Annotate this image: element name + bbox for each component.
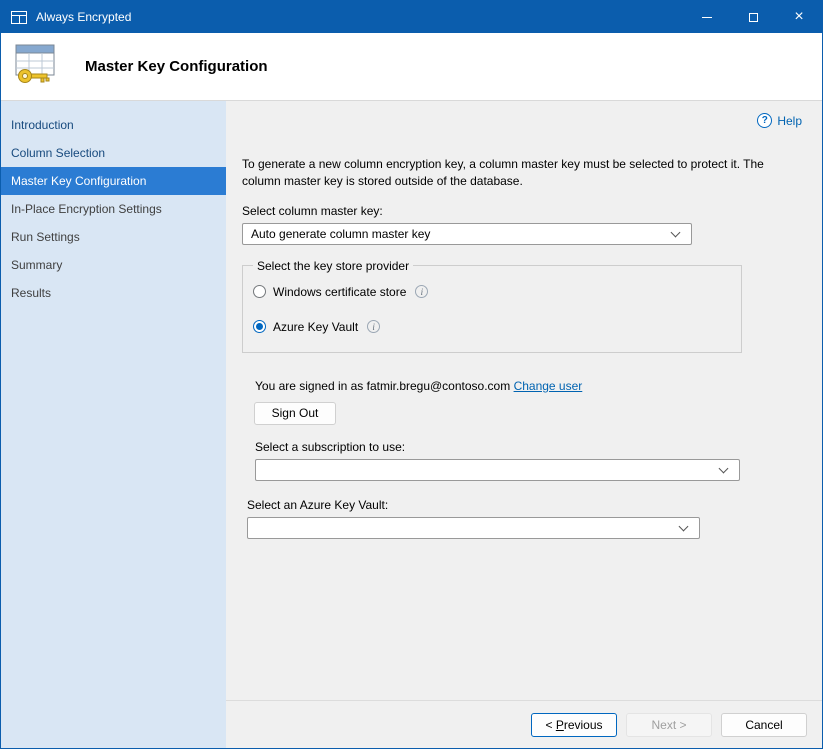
keystore-provider-group: Select the key store provider Windows ce… [242, 259, 742, 353]
master-key-table-icon [13, 42, 59, 91]
sidebar-item-summary: Summary [1, 251, 226, 279]
change-user-link[interactable]: Change user [514, 379, 583, 393]
vault-dropdown[interactable] [247, 517, 700, 539]
master-key-dropdown[interactable]: Auto generate column master key [242, 223, 692, 245]
sidebar-item-in-place-encryption: In-Place Encryption Settings [1, 195, 226, 223]
azure-key-vault-option[interactable]: Azure Key Vault i [253, 320, 731, 334]
previous-button[interactable]: < Previous [531, 713, 617, 737]
content-area: ? Help To generate a new column encrypti… [226, 101, 822, 700]
chevron-down-icon [679, 523, 689, 533]
signin-prefix: You are signed in as [255, 379, 367, 393]
windows-cert-store-label: Windows certificate store [273, 285, 406, 299]
master-key-label: Select column master key: [242, 204, 802, 218]
maximize-button[interactable] [730, 1, 776, 33]
signed-in-email: fatmir.bregu@contoso.com [367, 379, 511, 393]
titlebar: Always Encrypted × [1, 1, 822, 33]
always-encrypted-window: Always Encrypted × Master Key Con [0, 0, 823, 749]
azure-key-vault-label: Azure Key Vault [273, 320, 358, 334]
keystore-group-title: Select the key store provider [253, 259, 413, 273]
page-title: Master Key Configuration [85, 58, 268, 75]
radio-checked-icon[interactable] [253, 320, 266, 333]
sidebar-item-introduction[interactable]: Introduction [1, 111, 226, 139]
wizard-steps-sidebar: Introduction Column Selection Master Key… [1, 101, 226, 748]
subscription-label: Select a subscription to use: [255, 440, 802, 454]
previous-label: < [545, 718, 555, 732]
minimize-button[interactable] [684, 1, 730, 33]
app-icon [11, 11, 27, 24]
windows-cert-store-option[interactable]: Windows certificate store i [253, 285, 731, 299]
signin-status: You are signed in as fatmir.bregu@contos… [255, 379, 802, 393]
info-icon[interactable]: i [367, 320, 380, 333]
help-icon[interactable]: ? [757, 113, 772, 128]
cancel-button[interactable]: Cancel [721, 713, 807, 737]
radio-unchecked-icon[interactable] [253, 285, 266, 298]
vault-label: Select an Azure Key Vault: [247, 498, 802, 512]
previous-accesskey: P [556, 718, 564, 732]
sidebar-item-column-selection[interactable]: Column Selection [1, 139, 226, 167]
sign-out-button[interactable]: Sign Out [254, 402, 336, 425]
next-button[interactable]: Next > [626, 713, 712, 737]
intro-text: To generate a new column encryption key,… [242, 156, 769, 191]
help-link[interactable]: Help [777, 114, 802, 128]
sidebar-item-master-key-configuration[interactable]: Master Key Configuration [1, 167, 226, 195]
maximize-icon [749, 13, 758, 22]
chevron-down-icon [719, 465, 729, 475]
close-button[interactable]: × [776, 1, 822, 33]
previous-label-rest: revious [564, 718, 603, 732]
wizard-footer: < Previous Next > Cancel [226, 700, 822, 748]
sidebar-item-results: Results [1, 279, 226, 307]
subscription-dropdown[interactable] [255, 459, 740, 481]
sidebar-item-run-settings: Run Settings [1, 223, 226, 251]
info-icon[interactable]: i [415, 285, 428, 298]
master-key-dropdown-value: Auto generate column master key [251, 227, 430, 241]
window-controls: × [684, 1, 822, 33]
minimize-icon [702, 17, 712, 18]
wizard-header: Master Key Configuration [1, 33, 822, 101]
chevron-down-icon [671, 229, 681, 239]
window-title: Always Encrypted [36, 10, 131, 24]
